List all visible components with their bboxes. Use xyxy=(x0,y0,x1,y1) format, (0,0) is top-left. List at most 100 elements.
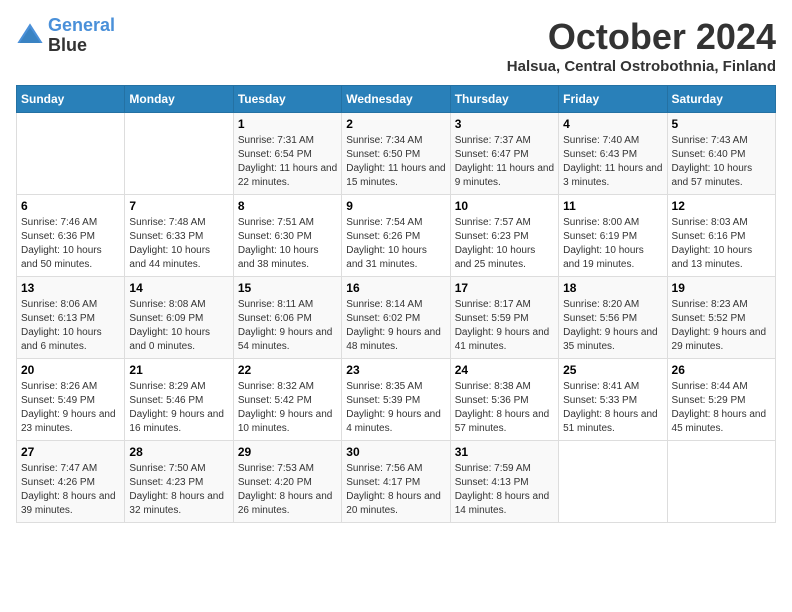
month-title: October 2024 xyxy=(507,16,776,58)
day-info: Sunrise: 8:23 AM Sunset: 5:52 PM Dayligh… xyxy=(672,298,771,354)
day-info: Sunrise: 8:14 AM Sunset: 6:02 PM Dayligh… xyxy=(346,298,445,354)
calendar-cell xyxy=(17,113,125,195)
day-number: 30 xyxy=(346,445,445,459)
calendar-cell xyxy=(667,441,775,523)
day-header-sunday: Sunday xyxy=(17,86,125,113)
calendar-cell: 19Sunrise: 8:23 AM Sunset: 5:52 PM Dayli… xyxy=(667,277,775,359)
calendar-cell: 23 Sunrise: 8:35 AM Sunset: 5:39 PM Dayli… xyxy=(342,359,450,441)
day-header-monday: Monday xyxy=(125,86,233,113)
day-number: 4 xyxy=(563,117,662,131)
calendar-cell: 26 Sunrise: 8:44 AM Sunset: 5:29 PM Dayli… xyxy=(667,359,775,441)
calendar-cell: 18Sunrise: 8:20 AM Sunset: 5:56 PM Dayli… xyxy=(559,277,667,359)
calendar-cell: 13 Sunrise: 8:06 AM Sunset: 6:13 PM Dayli… xyxy=(17,277,125,359)
day-number: 18 xyxy=(563,281,662,295)
day-number: 23 xyxy=(346,363,445,377)
day-info: Sunrise: 7:51 AM Sunset: 6:30 PM Dayligh… xyxy=(238,216,337,272)
calendar-cell: 2 Sunrise: 7:34 AM Sunset: 6:50 PM Daylig… xyxy=(342,113,450,195)
day-info: Sunrise: 7:53 AM Sunset: 4:20 PM Dayligh… xyxy=(238,462,337,518)
day-info: Sunrise: 7:31 AM Sunset: 6:54 PM Dayligh… xyxy=(238,134,337,190)
day-info: Sunrise: 8:29 AM Sunset: 5:46 PM Dayligh… xyxy=(129,380,228,436)
day-info: Sunrise: 7:40 AM Sunset: 6:43 PM Dayligh… xyxy=(563,134,662,190)
day-info: Sunrise: 7:43 AM Sunset: 6:40 PM Dayligh… xyxy=(672,134,771,190)
day-number: 6 xyxy=(21,199,120,213)
calendar-cell: 24 Sunrise: 8:38 AM Sunset: 5:36 PM Dayli… xyxy=(450,359,558,441)
calendar-cell: 6 Sunrise: 7:46 AM Sunset: 6:36 PM Daylig… xyxy=(17,195,125,277)
day-number: 25 xyxy=(563,363,662,377)
calendar-cell: 17Sunrise: 8:17 AM Sunset: 5:59 PM Dayli… xyxy=(450,277,558,359)
day-info: Sunrise: 8:38 AM Sunset: 5:36 PM Dayligh… xyxy=(455,380,554,436)
calendar-cell: 22 Sunrise: 8:32 AM Sunset: 5:42 PM Dayli… xyxy=(233,359,341,441)
day-info: Sunrise: 7:56 AM Sunset: 4:17 PM Dayligh… xyxy=(346,462,445,518)
day-number: 24 xyxy=(455,363,554,377)
calendar-cell: 11Sunrise: 8:00 AM Sunset: 6:19 PM Dayli… xyxy=(559,195,667,277)
day-number: 11 xyxy=(563,199,662,213)
day-info: Sunrise: 7:47 AM Sunset: 4:26 PM Dayligh… xyxy=(21,462,120,518)
day-info: Sunrise: 7:59 AM Sunset: 4:13 PM Dayligh… xyxy=(455,462,554,518)
day-number: 10 xyxy=(455,199,554,213)
calendar-cell: 16 Sunrise: 8:14 AM Sunset: 6:02 PM Dayli… xyxy=(342,277,450,359)
calendar-cell: 27 Sunrise: 7:47 AM Sunset: 4:26 PM Dayli… xyxy=(17,441,125,523)
calendar-cell: 15 Sunrise: 8:11 AM Sunset: 6:06 PM Dayli… xyxy=(233,277,341,359)
day-number: 5 xyxy=(672,117,771,131)
calendar-cell: 14Sunrise: 8:08 AM Sunset: 6:09 PM Dayli… xyxy=(125,277,233,359)
day-info: Sunrise: 7:46 AM Sunset: 6:36 PM Dayligh… xyxy=(21,216,120,272)
location-title: Halsua, Central Ostrobothnia, Finland xyxy=(507,58,776,75)
day-number: 17 xyxy=(455,281,554,295)
calendar-cell: 9 Sunrise: 7:54 AM Sunset: 6:26 PM Daylig… xyxy=(342,195,450,277)
day-number: 8 xyxy=(238,199,337,213)
day-number: 3 xyxy=(455,117,554,131)
calendar-cell xyxy=(559,441,667,523)
day-number: 1 xyxy=(238,117,337,131)
calendar-cell: 8 Sunrise: 7:51 AM Sunset: 6:30 PM Daylig… xyxy=(233,195,341,277)
day-number: 16 xyxy=(346,281,445,295)
day-number: 26 xyxy=(672,363,771,377)
calendar-cell: 4 Sunrise: 7:40 AM Sunset: 6:43 PM Daylig… xyxy=(559,113,667,195)
day-info: Sunrise: 8:03 AM Sunset: 6:16 PM Dayligh… xyxy=(672,216,771,272)
day-number: 9 xyxy=(346,199,445,213)
day-number: 20 xyxy=(21,363,120,377)
calendar-cell: 25 Sunrise: 8:41 AM Sunset: 5:33 PM Dayli… xyxy=(559,359,667,441)
day-info: Sunrise: 7:50 AM Sunset: 4:23 PM Dayligh… xyxy=(129,462,228,518)
logo-icon xyxy=(16,22,44,50)
day-number: 7 xyxy=(129,199,228,213)
day-info: Sunrise: 8:32 AM Sunset: 5:42 PM Dayligh… xyxy=(238,380,337,436)
day-info: Sunrise: 7:54 AM Sunset: 6:26 PM Dayligh… xyxy=(346,216,445,272)
day-number: 29 xyxy=(238,445,337,459)
logo-text: General Blue xyxy=(48,16,115,56)
logo: General Blue xyxy=(16,16,115,56)
day-header-saturday: Saturday xyxy=(667,86,775,113)
calendar-cell: 28Sunrise: 7:50 AM Sunset: 4:23 PM Dayli… xyxy=(125,441,233,523)
day-info: Sunrise: 8:44 AM Sunset: 5:29 PM Dayligh… xyxy=(672,380,771,436)
title-area: October 2024 Halsua, Central Ostrobothni… xyxy=(507,16,776,75)
calendar-table: SundayMondayTuesdayWednesdayThursdayFrid… xyxy=(16,85,776,523)
calendar-cell: 10 Sunrise: 7:57 AM Sunset: 6:23 PM Dayli… xyxy=(450,195,558,277)
day-number: 2 xyxy=(346,117,445,131)
calendar-cell: 20 Sunrise: 8:26 AM Sunset: 5:49 PM Dayli… xyxy=(17,359,125,441)
day-number: 27 xyxy=(21,445,120,459)
day-info: Sunrise: 7:37 AM Sunset: 6:47 PM Dayligh… xyxy=(455,134,554,190)
day-info: Sunrise: 8:26 AM Sunset: 5:49 PM Dayligh… xyxy=(21,380,120,436)
day-info: Sunrise: 7:57 AM Sunset: 6:23 PM Dayligh… xyxy=(455,216,554,272)
day-number: 21 xyxy=(129,363,228,377)
day-info: Sunrise: 7:34 AM Sunset: 6:50 PM Dayligh… xyxy=(346,134,445,190)
day-info: Sunrise: 8:41 AM Sunset: 5:33 PM Dayligh… xyxy=(563,380,662,436)
calendar-cell: 29 Sunrise: 7:53 AM Sunset: 4:20 PM Dayli… xyxy=(233,441,341,523)
day-number: 31 xyxy=(455,445,554,459)
calendar-cell: 1 Sunrise: 7:31 AM Sunset: 6:54 PM Daylig… xyxy=(233,113,341,195)
day-info: Sunrise: 8:11 AM Sunset: 6:06 PM Dayligh… xyxy=(238,298,337,354)
calendar-cell xyxy=(125,113,233,195)
day-info: Sunrise: 8:06 AM Sunset: 6:13 PM Dayligh… xyxy=(21,298,120,354)
day-number: 15 xyxy=(238,281,337,295)
calendar-cell: 7 Sunrise: 7:48 AM Sunset: 6:33 PM Daylig… xyxy=(125,195,233,277)
calendar-cell: 3 Sunrise: 7:37 AM Sunset: 6:47 PM Daylig… xyxy=(450,113,558,195)
day-header-friday: Friday xyxy=(559,86,667,113)
day-header-thursday: Thursday xyxy=(450,86,558,113)
day-info: Sunrise: 7:48 AM Sunset: 6:33 PM Dayligh… xyxy=(129,216,228,272)
day-number: 14 xyxy=(129,281,228,295)
calendar-cell: 30 Sunrise: 7:56 AM Sunset: 4:17 PM Dayli… xyxy=(342,441,450,523)
page-header: General Blue October 2024 Halsua, Centra… xyxy=(16,16,776,75)
day-header-tuesday: Tuesday xyxy=(233,86,341,113)
day-number: 22 xyxy=(238,363,337,377)
day-number: 13 xyxy=(21,281,120,295)
day-info: Sunrise: 8:35 AM Sunset: 5:39 PM Dayligh… xyxy=(346,380,445,436)
